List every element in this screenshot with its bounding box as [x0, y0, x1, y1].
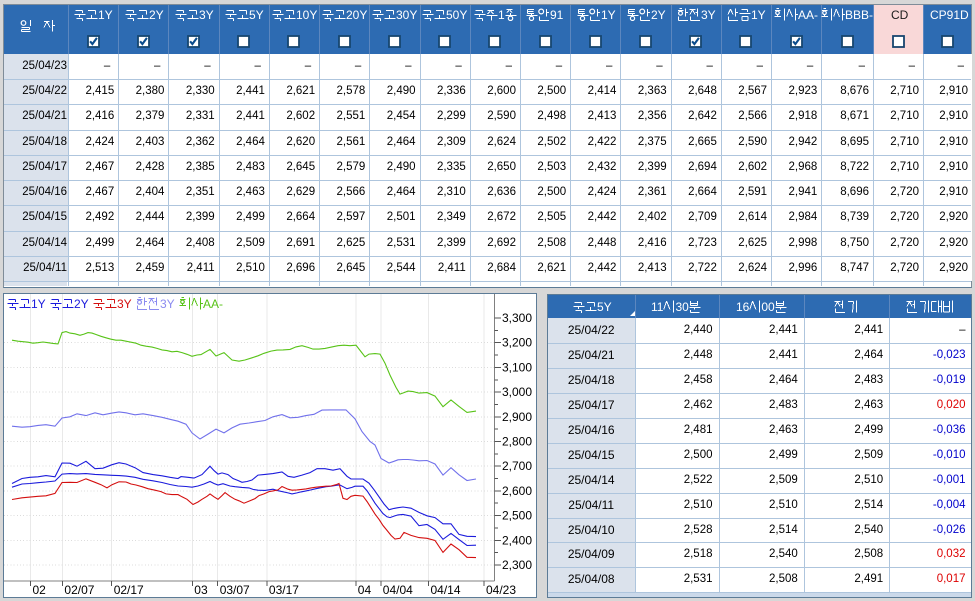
svg-text:3,000: 3,000	[502, 385, 532, 399]
svg-text:2,400: 2,400	[502, 533, 532, 547]
svg-text:03/17: 03/17	[269, 583, 299, 597]
svg-text:03: 03	[194, 583, 208, 597]
svg-text:2,800: 2,800	[502, 435, 532, 449]
svg-text:04/14: 04/14	[431, 583, 461, 597]
svg-text:3,200: 3,200	[502, 336, 532, 350]
svg-text:04: 04	[358, 583, 372, 597]
svg-text:3,300: 3,300	[502, 311, 532, 325]
svg-text:2,900: 2,900	[502, 410, 532, 424]
svg-text:04/23: 04/23	[486, 583, 516, 597]
svg-text:04/04: 04/04	[383, 583, 413, 597]
svg-text:02/07: 02/07	[64, 583, 94, 597]
svg-text:2,500: 2,500	[502, 509, 532, 523]
svg-text:2,700: 2,700	[502, 459, 532, 473]
svg-text:3,100: 3,100	[502, 360, 532, 374]
svg-text:2,600: 2,600	[502, 484, 532, 498]
svg-text:02: 02	[33, 583, 47, 597]
svg-text:03/07: 03/07	[220, 583, 250, 597]
svg-text:2,300: 2,300	[502, 558, 532, 572]
svg-text:02/17: 02/17	[114, 583, 144, 597]
